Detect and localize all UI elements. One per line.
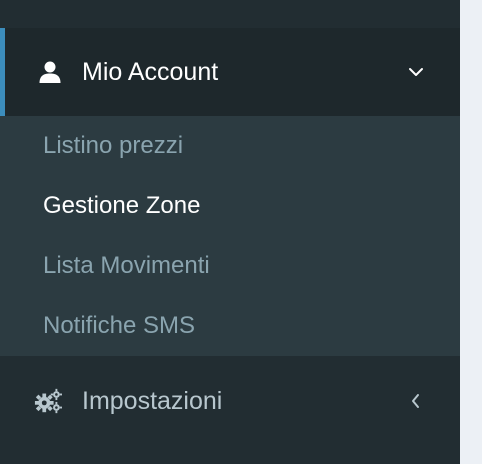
chevron-down-icon[interactable] [406, 62, 426, 82]
menu-label-mio-account: Mio Account [82, 57, 219, 86]
submenu-mio-account: Listino prezzi Gestione Zone Lista Movim… [0, 116, 460, 356]
sidebar: Mio Account Listino prezzi Gestione Zone… [0, 0, 460, 464]
chevron-left-icon[interactable] [406, 391, 426, 411]
menu-label-impostazioni: Impostazioni [82, 386, 223, 415]
submenu-item-gestione-zone[interactable]: Gestione Zone [0, 176, 460, 236]
menu-item-impostazioni[interactable]: Impostazioni [0, 356, 460, 446]
user-icon [36, 58, 64, 86]
gears-icon [34, 387, 62, 415]
submenu-item-lista-movimenti[interactable]: Lista Movimenti [0, 236, 460, 296]
submenu-item-listino-prezzi[interactable]: Listino prezzi [0, 116, 460, 176]
menu-item-mio-account[interactable]: Mio Account [0, 28, 460, 116]
content-area [460, 0, 482, 464]
submenu-item-notifiche-sms[interactable]: Notifiche SMS [0, 296, 460, 356]
